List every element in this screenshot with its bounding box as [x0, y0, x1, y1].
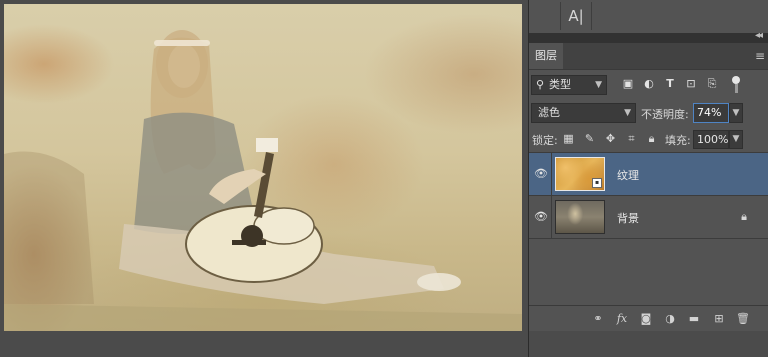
fx-icon[interactable]: fx — [615, 312, 629, 326]
photo-scene-illustration — [4, 30, 522, 331]
lock-artboard-icon[interactable]: ⌗ — [625, 132, 638, 145]
opacity-label: 不透明度: — [641, 108, 689, 121]
blend-opacity-row: 滤色 ▼ 不透明度: 74% ▼ — [529, 103, 768, 127]
filter-toggle-stem — [735, 84, 738, 93]
filter-toggle-icon[interactable] — [732, 76, 740, 84]
opacity-dropdown-button[interactable]: ▼ — [729, 103, 743, 123]
chevron-down-icon: ▼ — [595, 80, 602, 90]
layer-name[interactable]: 背景 — [617, 210, 639, 226]
panel-bottom-strip — [529, 331, 768, 357]
layer-name[interactable]: 纹理 — [617, 167, 639, 183]
collapse-panels-button[interactable]: ◂◂ — [755, 30, 763, 41]
tab-layers[interactable]: 图层 — [529, 43, 563, 69]
filter-kind-label: 类型 — [549, 78, 571, 91]
shape-filter-icon[interactable]: ⊡ — [684, 77, 698, 91]
new-group-icon[interactable]: ▬ — [687, 312, 701, 326]
opacity-input[interactable]: 74% — [693, 103, 729, 123]
lock-label: 锁定: — [532, 134, 558, 147]
layer-thumbnail[interactable] — [555, 200, 605, 234]
lock-all-icon[interactable]: 🔒︎ — [645, 132, 658, 145]
filter-kind-select[interactable]: ⚲ 类型 ▼ — [531, 75, 607, 95]
smart-object-badge-icon: ▪ — [592, 178, 602, 188]
fill-dropdown-button[interactable]: ▼ — [729, 130, 743, 149]
fill-input[interactable]: 100% — [693, 130, 729, 149]
lock-image-pixels-icon[interactable]: ✎ — [583, 132, 596, 145]
character-panel-button[interactable]: A| — [560, 2, 592, 30]
menu-lines-icon[interactable]: ≡ — [755, 49, 765, 63]
adjustment-layer-icon[interactable]: ◑ — [663, 312, 677, 326]
new-layer-icon[interactable]: ⊞ — [712, 312, 726, 326]
add-mask-icon[interactable]: ◙ — [639, 312, 653, 326]
search-icon: ⚲ — [536, 78, 545, 91]
image-filter-icon[interactable]: ▣ — [621, 77, 635, 91]
layer-thumbnail[interactable]: ▪ — [555, 157, 605, 191]
link-layers-icon[interactable]: ⚭ — [591, 312, 605, 326]
document-image[interactable] — [4, 4, 522, 331]
layer-row-texture[interactable]: 👁︎ ▪ 纹理 — [529, 153, 768, 196]
canvas-bottom-strip — [0, 331, 528, 357]
adjustment-filter-icon[interactable]: ◐ — [642, 77, 656, 91]
layers-panel: 图层 ≡ ⚲ 类型 ▼ ▣ ◐ T ⊡ ⎘ 滤色 ▼ 不透明度: 74% ▼ 锁… — [528, 43, 768, 357]
chevron-down-icon: ▼ — [624, 108, 631, 118]
lock-transparent-pixels-icon[interactable]: ▦ — [562, 132, 575, 145]
eye-icon[interactable]: 👁︎ — [534, 167, 548, 181]
panel-tab-bar: 图层 ≡ — [529, 43, 768, 70]
fill-label: 填充: — [665, 134, 691, 147]
eye-icon[interactable]: 👁︎ — [534, 210, 548, 224]
layers-list: 👁︎ ▪ 纹理 👁︎ 背景 🔒︎ — [529, 152, 768, 243]
layers-panel-footer: ⚭ fx ◙ ◑ ▬ ⊞ 🗑︎ — [529, 305, 768, 332]
blend-mode-select[interactable]: 滤色 ▼ — [531, 103, 636, 123]
lock-position-icon[interactable]: ✥ — [604, 132, 617, 145]
blend-mode-value: 滤色 — [538, 106, 560, 119]
layer-filter-row: ⚲ 类型 ▼ ▣ ◐ T ⊡ ⎘ — [529, 75, 768, 99]
delete-layer-icon[interactable]: 🗑︎ — [736, 312, 750, 326]
panel-collapse-bar: ◂◂ — [528, 30, 768, 43]
visibility-divider — [551, 153, 552, 195]
lock-icon: 🔒︎ — [741, 210, 747, 223]
smartobject-filter-icon[interactable]: ⎘ — [705, 77, 719, 91]
visibility-divider — [551, 196, 552, 238]
document-canvas-area — [0, 0, 528, 357]
lock-fill-row: 锁定: ▦ ✎ ✥ ⌗ 🔒︎ 填充: 100% ▼ — [529, 129, 768, 151]
type-filter-icon[interactable]: T — [663, 77, 677, 91]
layer-row-background[interactable]: 👁︎ 背景 🔒︎ — [529, 196, 768, 239]
